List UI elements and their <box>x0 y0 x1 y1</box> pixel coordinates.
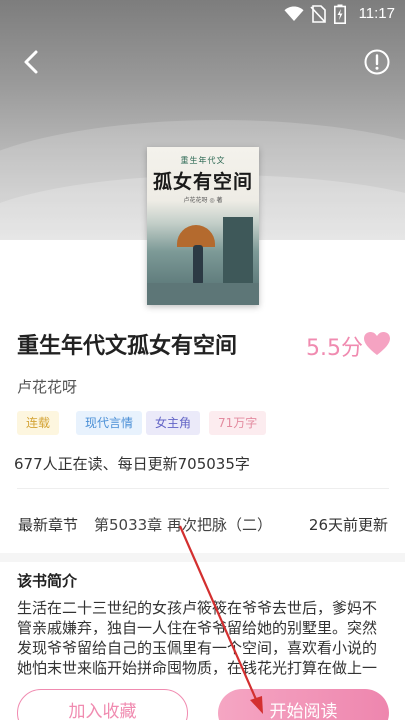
cover-author: 卢花花呀 ◎ 著 <box>183 197 223 204</box>
book-score: 5.5分 <box>306 336 363 361</box>
intro-heading: 该书简介 <box>17 572 78 590</box>
heart-icon <box>364 332 390 355</box>
cover-title: 孤女有空间 <box>152 171 253 193</box>
tag-status: 连载 <box>17 411 60 435</box>
author-name[interactable]: 卢花花呀 <box>17 376 77 397</box>
wifi-icon <box>284 6 304 21</box>
intro-text[interactable]: 生活在二十三世纪的女孩卢筱筱在爷爷去世后，爹妈不管亲戚嫌弃，独自一人住在爷爷留给… <box>17 598 391 678</box>
divider <box>17 488 389 489</box>
cover-umbrella <box>177 225 215 247</box>
tag-category: 现代言情 <box>76 411 143 435</box>
report-button[interactable] <box>363 48 391 76</box>
add-favorite-button[interactable]: 加入收藏 <box>17 689 188 720</box>
start-reading-button[interactable]: 开始阅读 <box>218 689 389 720</box>
info-circle-icon <box>364 49 390 75</box>
tag-protagonist: 女主角 <box>146 411 201 435</box>
back-button[interactable] <box>14 44 50 80</box>
no-sim-icon <box>310 5 326 23</box>
cover-ground <box>147 283 259 305</box>
latest-chapter-label: 最新章节 <box>18 516 79 534</box>
cover-building <box>223 217 253 287</box>
like-button[interactable] <box>363 331 391 357</box>
cover-figure <box>193 245 203 285</box>
latest-chapter-row[interactable]: 最新章节 第5033章 再次把脉（二） 26天前更新 <box>0 500 405 548</box>
tag-word-count: 71万字 <box>209 411 267 435</box>
book-cover[interactable]: 重生年代文 孤女有空间 卢花花呀 ◎ 著 <box>147 147 259 305</box>
cover-series-text: 重生年代文 <box>180 156 226 165</box>
status-bar: 11:17 <box>0 0 405 28</box>
status-time: 11:17 <box>358 5 395 22</box>
book-title: 重生年代文孤女有空间 <box>17 334 238 359</box>
latest-chapter-title: 第5033章 再次把脉（二） <box>94 516 272 534</box>
chevron-left-icon <box>24 50 38 74</box>
update-time: 26天前更新 <box>308 516 388 534</box>
readers-stats: 677人正在读、每日更新705035字 <box>14 455 250 473</box>
battery-icon <box>334 4 346 24</box>
section-divider <box>0 553 405 562</box>
